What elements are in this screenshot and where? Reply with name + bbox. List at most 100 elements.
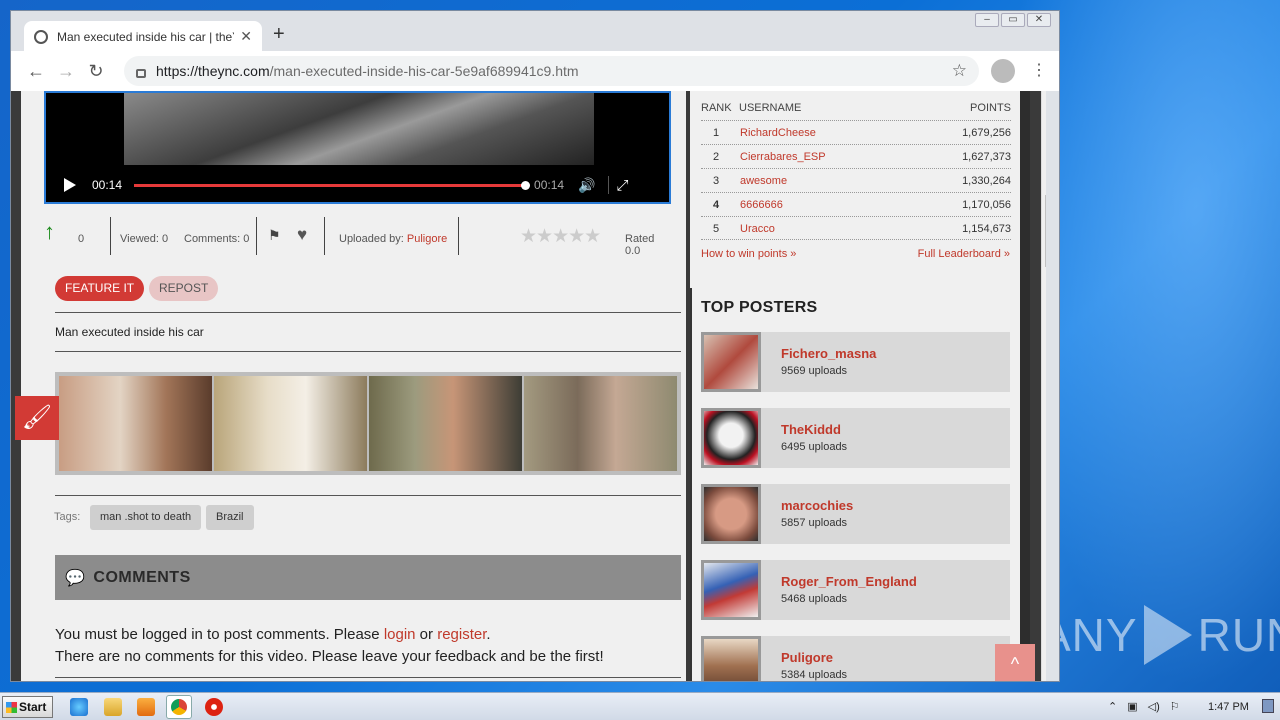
uploaded-by: Uploaded by: Puligore [339, 233, 447, 245]
start-label: Start [19, 700, 47, 714]
leader-username[interactable]: Uracco [740, 223, 775, 235]
bookmark-star-icon[interactable]: ☆ [952, 61, 967, 81]
scrollbar[interactable]: ▲ ▼ [1041, 91, 1046, 681]
poster-name[interactable]: Fichero_masna [781, 346, 876, 361]
tag-chip[interactable]: Brazil [206, 505, 254, 530]
login-prompt-text: You must be logged in to post comments. … [55, 626, 384, 643]
leaderboard-header: RANK USERNAME POINTS [701, 102, 1011, 120]
poster-name[interactable]: TheKiddd [781, 422, 841, 437]
volume-icon[interactable]: 🔊 [578, 177, 595, 194]
feature-it-button[interactable]: FEATURE IT [55, 276, 145, 301]
leader-username[interactable]: awesome [740, 175, 787, 187]
repost-button[interactable]: REPOST [149, 276, 219, 301]
back-to-top-button[interactable]: ^ [995, 644, 1035, 681]
window-controls: – ▭ ✕ [975, 13, 1051, 27]
profile-avatar[interactable] [991, 59, 1015, 83]
flag-icon[interactable]: ⚑ [268, 227, 281, 244]
internet-explorer-icon[interactable] [70, 698, 88, 716]
poster-uploads: 9569 uploads [781, 365, 848, 377]
duration: 00:14 [534, 178, 565, 192]
avatar[interactable] [701, 484, 761, 544]
poster-card[interactable]: Roger_From_England 5468 uploads [701, 560, 1010, 620]
avatar[interactable] [701, 636, 761, 681]
browser-toolbar: ← → ↻ https://theync.com/man-executed-in… [11, 51, 1059, 91]
close-window-button[interactable]: ✕ [1027, 13, 1051, 27]
login-prompt: You must be logged in to post comments. … [55, 626, 491, 643]
leader-username[interactable]: Cierrabares_ESP [740, 151, 826, 163]
poster-name[interactable]: marcochies [781, 498, 853, 513]
play-logo-icon [1143, 605, 1192, 665]
system-tray: ⌃ ▣ ◁) ⚐ [1108, 700, 1180, 713]
browser-tab[interactable]: Man executed inside his car | theYNC ✕ [24, 21, 262, 52]
scroll-thumb[interactable] [1045, 195, 1046, 267]
username-header: USERNAME [739, 102, 802, 114]
avatar[interactable] [701, 332, 761, 392]
forward-button[interactable]: → [51, 61, 81, 82]
points: 1,170,056 [962, 199, 1011, 211]
points: 1,330,264 [962, 175, 1011, 187]
show-desktop-button[interactable] [1262, 699, 1274, 713]
uploader-link[interactable]: Puligore [407, 233, 447, 245]
taskbar: Start ⌃ ▣ ◁) ⚐ 1:47 PM [0, 692, 1280, 720]
register-link[interactable]: register [437, 626, 486, 643]
poster-name[interactable]: Puligore [781, 650, 833, 665]
heart-icon[interactable]: ♥ [297, 225, 307, 245]
paintbrush-icon[interactable]: 🖌 [15, 396, 59, 440]
clock[interactable]: 1:47 PM [1208, 701, 1249, 713]
divider [458, 217, 459, 255]
volume-tray-icon[interactable]: ◁) [1148, 700, 1160, 713]
new-tab-button[interactable]: + [273, 23, 285, 46]
poster-card[interactable]: TheKiddd 6495 uploads [701, 408, 1010, 468]
windows-logo-icon [6, 702, 17, 713]
poster-uploads: 5468 uploads [781, 593, 848, 605]
full-leaderboard-link[interactable]: Full Leaderboard » [918, 248, 1010, 260]
play-icon[interactable] [64, 178, 76, 192]
back-button[interactable]: ← [21, 61, 51, 82]
main-column: 00:14 00:14 🔊 ⤢ ↑ 0 Viewed: 0 Comments: … [21, 91, 686, 681]
leader-username[interactable]: 6666666 [740, 199, 783, 211]
thumbnail[interactable] [59, 376, 212, 471]
avatar[interactable] [701, 560, 761, 620]
fullscreen-icon[interactable]: ⤢ [617, 177, 629, 194]
menu-icon[interactable]: ⋮ [1031, 60, 1047, 80]
avatar[interactable] [701, 408, 761, 468]
no-comments-text: There are no comments for this video. Pl… [55, 648, 604, 665]
video-title: Man executed inside his car [55, 325, 204, 339]
reload-button[interactable]: ↻ [81, 61, 111, 82]
page-edge [1020, 91, 1030, 681]
tag-chip[interactable]: man .shot to death [90, 505, 202, 530]
video-player[interactable]: 00:14 00:14 🔊 ⤢ [44, 91, 671, 204]
leader-username[interactable]: RichardCheese [740, 127, 816, 139]
how-to-win-link[interactable]: How to win points » [701, 248, 796, 260]
network-icon[interactable]: ▣ [1127, 700, 1137, 713]
tray-expand-icon[interactable]: ⌃ [1108, 700, 1117, 713]
tags-label: Tags: [54, 511, 81, 523]
progress-bar[interactable] [134, 180, 531, 190]
poster-name[interactable]: Roger_From_England [781, 574, 917, 589]
action-center-icon[interactable]: ⚐ [1170, 700, 1180, 713]
login-link[interactable]: login [384, 626, 416, 643]
web-page: 00:14 00:14 🔊 ⤢ ↑ 0 Viewed: 0 Comments: … [11, 91, 1046, 681]
divider [55, 677, 681, 678]
progress-knob[interactable] [521, 180, 531, 190]
address-bar[interactable]: https://theync.com/man-executed-inside-h… [124, 56, 979, 86]
upvote-icon[interactable]: ↑ [44, 219, 55, 245]
thumbnail[interactable] [524, 376, 677, 471]
poster-card[interactable]: marcochies 5857 uploads [701, 484, 1010, 544]
minimize-button[interactable]: – [975, 13, 999, 27]
close-tab-icon[interactable]: ✕ [240, 28, 252, 45]
viewed-count: Viewed: 0 [120, 233, 169, 245]
rating-stars[interactable]: ★★★★★ [520, 225, 601, 248]
or-text: or [415, 626, 438, 643]
thumbnail[interactable] [369, 376, 522, 471]
media-player-icon[interactable] [137, 698, 155, 716]
comments-count: Comments: 0 [184, 233, 250, 245]
maximize-button[interactable]: ▭ [1001, 13, 1025, 27]
thumbnail[interactable] [214, 376, 367, 471]
poster-card[interactable]: Fichero_masna 9569 uploads [701, 332, 1010, 392]
chrome-taskbar-button[interactable] [166, 695, 192, 719]
poster-card[interactable]: Puligore 5384 uploads [701, 636, 1010, 681]
folder-icon[interactable] [104, 698, 122, 716]
antivirus-icon[interactable] [205, 698, 223, 716]
start-button[interactable]: Start [2, 696, 53, 718]
